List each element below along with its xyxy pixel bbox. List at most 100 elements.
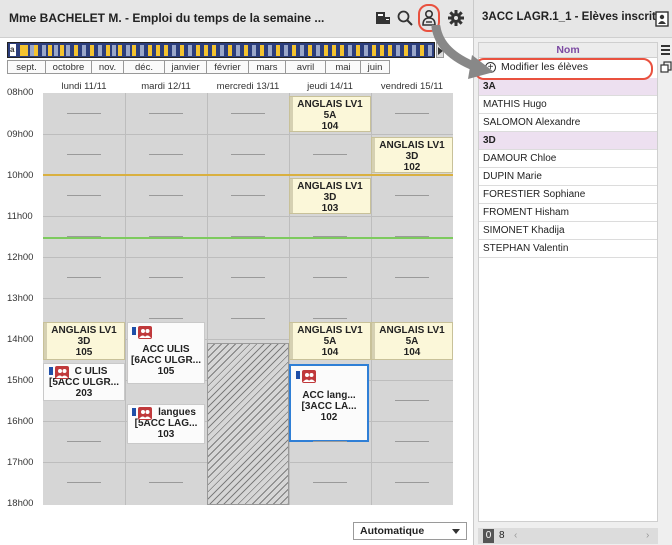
student-row[interactable]: STEPHAN Valentin [479, 240, 657, 258]
group-icon [138, 407, 152, 420]
timeline-week[interactable] [188, 45, 192, 56]
course-block[interactable]: ANGLAIS LV1 3D 105 [43, 322, 125, 360]
selected-course-block[interactable]: ACC lang... [3ACC LA... 102 [289, 364, 369, 442]
month-label[interactable]: janvier [164, 60, 206, 74]
menu-icon[interactable] [661, 45, 670, 55]
month-label[interactable]: juin [360, 60, 390, 74]
timeline-week[interactable] [54, 45, 58, 56]
timeline-week[interactable] [118, 45, 122, 56]
timeline-week[interactable] [372, 45, 376, 56]
timeline-week[interactable] [420, 45, 424, 56]
scroll-left-arrow[interactable]: ‹ [514, 529, 517, 543]
student-row[interactable]: MATHIS Hugo [479, 96, 657, 114]
student-row[interactable]: FORESTIER Sophiane [479, 186, 657, 204]
month-label[interactable]: avril [285, 60, 325, 74]
copy-icon[interactable] [660, 61, 672, 73]
timeline-week[interactable] [348, 45, 352, 56]
timeline-week[interactable] [74, 45, 78, 56]
timeline-week[interactable] [148, 45, 152, 56]
day-header[interactable]: lundi 11/11 [43, 81, 125, 92]
course-block[interactable]: ANGLAIS LV1 3D 102 [371, 137, 453, 173]
timeline-week[interactable] [140, 45, 144, 56]
scroll-right-arrow[interactable]: › [646, 529, 649, 543]
course-block[interactable]: C ULIS [5ACC ULGR... 203 [43, 363, 125, 401]
annotation-arrow [431, 25, 494, 79]
timeline-week[interactable] [244, 45, 248, 56]
student-row[interactable]: DUPIN Marie [479, 168, 657, 186]
course-block[interactable]: ACC ULIS [6ACC ULGR... 105 [127, 322, 205, 384]
timeline-week[interactable] [236, 45, 240, 56]
empty-slot-dash [395, 236, 429, 237]
course-block[interactable]: ANGLAIS LV1 3D 103 [289, 178, 371, 214]
month-label[interactable]: déc. [123, 60, 164, 74]
timeline-week[interactable] [132, 45, 136, 56]
timetable-title: Mme BACHELET M. - Emploi du temps de la … [9, 11, 325, 25]
timeline-week[interactable] [82, 45, 86, 56]
timeline-week[interactable] [180, 45, 184, 56]
timeline-week[interactable] [98, 45, 102, 56]
timeline-week[interactable] [106, 45, 110, 56]
timeline-week[interactable] [220, 45, 224, 56]
timeline-week[interactable] [300, 45, 304, 56]
timeline-week[interactable] [260, 45, 264, 56]
timeline-week[interactable] [24, 45, 28, 56]
timeline-week[interactable] [412, 45, 416, 56]
timeline-week[interactable] [42, 45, 46, 56]
day-header[interactable]: jeudi 14/11 [289, 81, 371, 92]
view-mode-select[interactable]: Automatique [353, 522, 467, 540]
student-row[interactable]: FROMENT Hisham [479, 204, 657, 222]
timeline-week[interactable] [164, 45, 168, 56]
timeline-week[interactable] [126, 45, 130, 56]
course-block[interactable]: langues [5ACC LAG... 103 [127, 404, 205, 444]
timeline-week[interactable] [90, 45, 94, 56]
export-icon[interactable] [655, 11, 669, 27]
timeline-week[interactable] [340, 45, 344, 56]
timeline-week[interactable] [356, 45, 360, 56]
timeline-week[interactable] [316, 45, 320, 56]
timeline-week[interactable] [380, 45, 384, 56]
day-header[interactable]: mardi 12/11 [125, 81, 207, 92]
timeline-week[interactable] [332, 45, 336, 56]
hour-label: 14h00 [7, 334, 34, 345]
month-label[interactable]: nov. [91, 60, 123, 74]
course-block[interactable]: ANGLAIS LV1 5A 104 [289, 96, 371, 132]
timeline-week[interactable] [268, 45, 272, 56]
timeline-week[interactable] [308, 45, 312, 56]
day-header[interactable]: mercredi 13/11 [207, 81, 289, 92]
class-group-row[interactable]: 3D [479, 132, 657, 150]
course-block[interactable]: ANGLAIS LV1 5A 104 [289, 322, 371, 360]
year-timeline[interactable]: a [7, 42, 435, 58]
month-label[interactable]: octobre [45, 60, 91, 74]
month-label[interactable]: mars [248, 60, 285, 74]
timeline-week[interactable] [284, 45, 288, 56]
timeline-week[interactable] [34, 45, 38, 56]
student-row[interactable]: DAMOUR Chloe [479, 150, 657, 168]
course-block[interactable]: ANGLAIS LV1 5A 104 [371, 322, 453, 360]
timeline-week[interactable] [212, 45, 216, 56]
timeline-week[interactable] [324, 45, 328, 56]
timeline-week[interactable] [66, 45, 70, 56]
timeline-week[interactable] [228, 45, 232, 56]
timeline-week[interactable] [112, 45, 116, 56]
timeline-week[interactable] [292, 45, 296, 56]
timeline-week[interactable] [396, 45, 400, 56]
timeline-week[interactable] [364, 45, 368, 56]
student-row[interactable]: SIMONET Khadija [479, 222, 657, 240]
month-label[interactable]: février [206, 60, 248, 74]
timeline-week[interactable] [48, 45, 52, 56]
timeline-week[interactable] [388, 45, 392, 56]
month-label[interactable]: mai [325, 60, 360, 74]
search-icon[interactable] [396, 9, 414, 27]
timeline-week[interactable] [172, 45, 176, 56]
timeline-week[interactable] [252, 45, 256, 56]
timeline-week[interactable] [60, 45, 64, 56]
timeline-week[interactable] [196, 45, 200, 56]
timeline-week[interactable] [156, 45, 160, 56]
month-label[interactable]: sept. [7, 60, 45, 74]
timeline-week[interactable] [404, 45, 408, 56]
timeline-week[interactable] [204, 45, 208, 56]
student-row[interactable]: SALOMON Alexandre [479, 114, 657, 132]
hour-label: 12h00 [7, 252, 34, 263]
calendar-icon[interactable] [374, 9, 392, 27]
timeline-week[interactable] [276, 45, 280, 56]
